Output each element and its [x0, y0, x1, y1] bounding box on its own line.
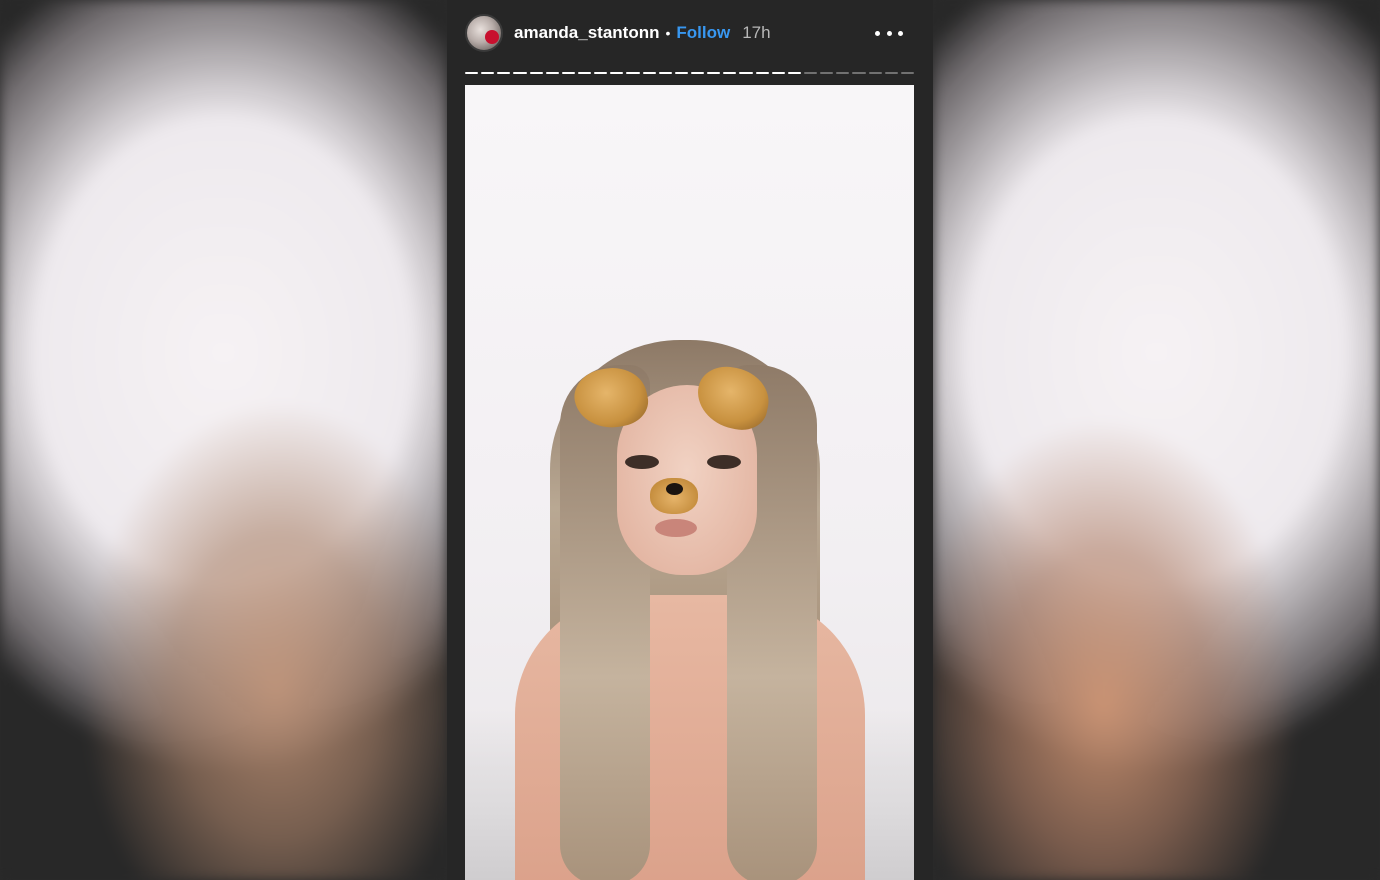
- progress-segment: [642, 72, 656, 74]
- progress-segment: [723, 72, 737, 74]
- progress-segment: [561, 72, 575, 74]
- progress-segment: [884, 72, 898, 74]
- more-options-icon[interactable]: [875, 22, 903, 44]
- progress-segment: [755, 72, 769, 74]
- progress-segment: [787, 72, 801, 74]
- story-viewer: amanda_stantonn • Follow 17h: [447, 0, 933, 880]
- blurred-backdrop-right: [933, 0, 1380, 880]
- progress-segment: [465, 72, 479, 74]
- progress-segment: [513, 72, 527, 74]
- progress-segment: [674, 72, 688, 74]
- progress-segment: [658, 72, 672, 74]
- progress-segment: [577, 72, 592, 74]
- story-media[interactable]: [465, 85, 914, 880]
- avatar-badge-icon: [485, 30, 499, 44]
- progress-segment: [690, 72, 705, 74]
- story-progress-bar: [465, 72, 914, 75]
- dog-nose-icon: [666, 483, 683, 495]
- progress-segment: [771, 72, 785, 74]
- progress-segment: [900, 72, 914, 74]
- progress-segment: [610, 72, 624, 74]
- progress-segment: [820, 72, 834, 74]
- progress-segment: [545, 72, 559, 74]
- blurred-backdrop-left: [0, 0, 447, 880]
- progress-segment: [594, 72, 608, 74]
- follow-button[interactable]: Follow: [676, 23, 730, 43]
- progress-segment: [481, 72, 495, 74]
- progress-segment: [626, 72, 640, 74]
- eye-left: [625, 455, 659, 469]
- profile-avatar[interactable]: [465, 14, 503, 52]
- progress-segment: [739, 72, 753, 74]
- eye-right: [707, 455, 741, 469]
- lips: [655, 519, 697, 537]
- story-header: amanda_stantonn • Follow 17h: [465, 12, 915, 54]
- post-time: 17h: [742, 23, 771, 42]
- progress-segment: [803, 72, 818, 74]
- progress-segment: [852, 72, 866, 74]
- progress-segment: [529, 72, 543, 74]
- separator-dot: •: [665, 25, 671, 41]
- progress-segment: [836, 72, 850, 74]
- progress-segment: [707, 72, 721, 74]
- username-link[interactable]: amanda_stantonn: [514, 23, 659, 43]
- progress-segment: [497, 72, 511, 74]
- progress-segment: [868, 72, 882, 74]
